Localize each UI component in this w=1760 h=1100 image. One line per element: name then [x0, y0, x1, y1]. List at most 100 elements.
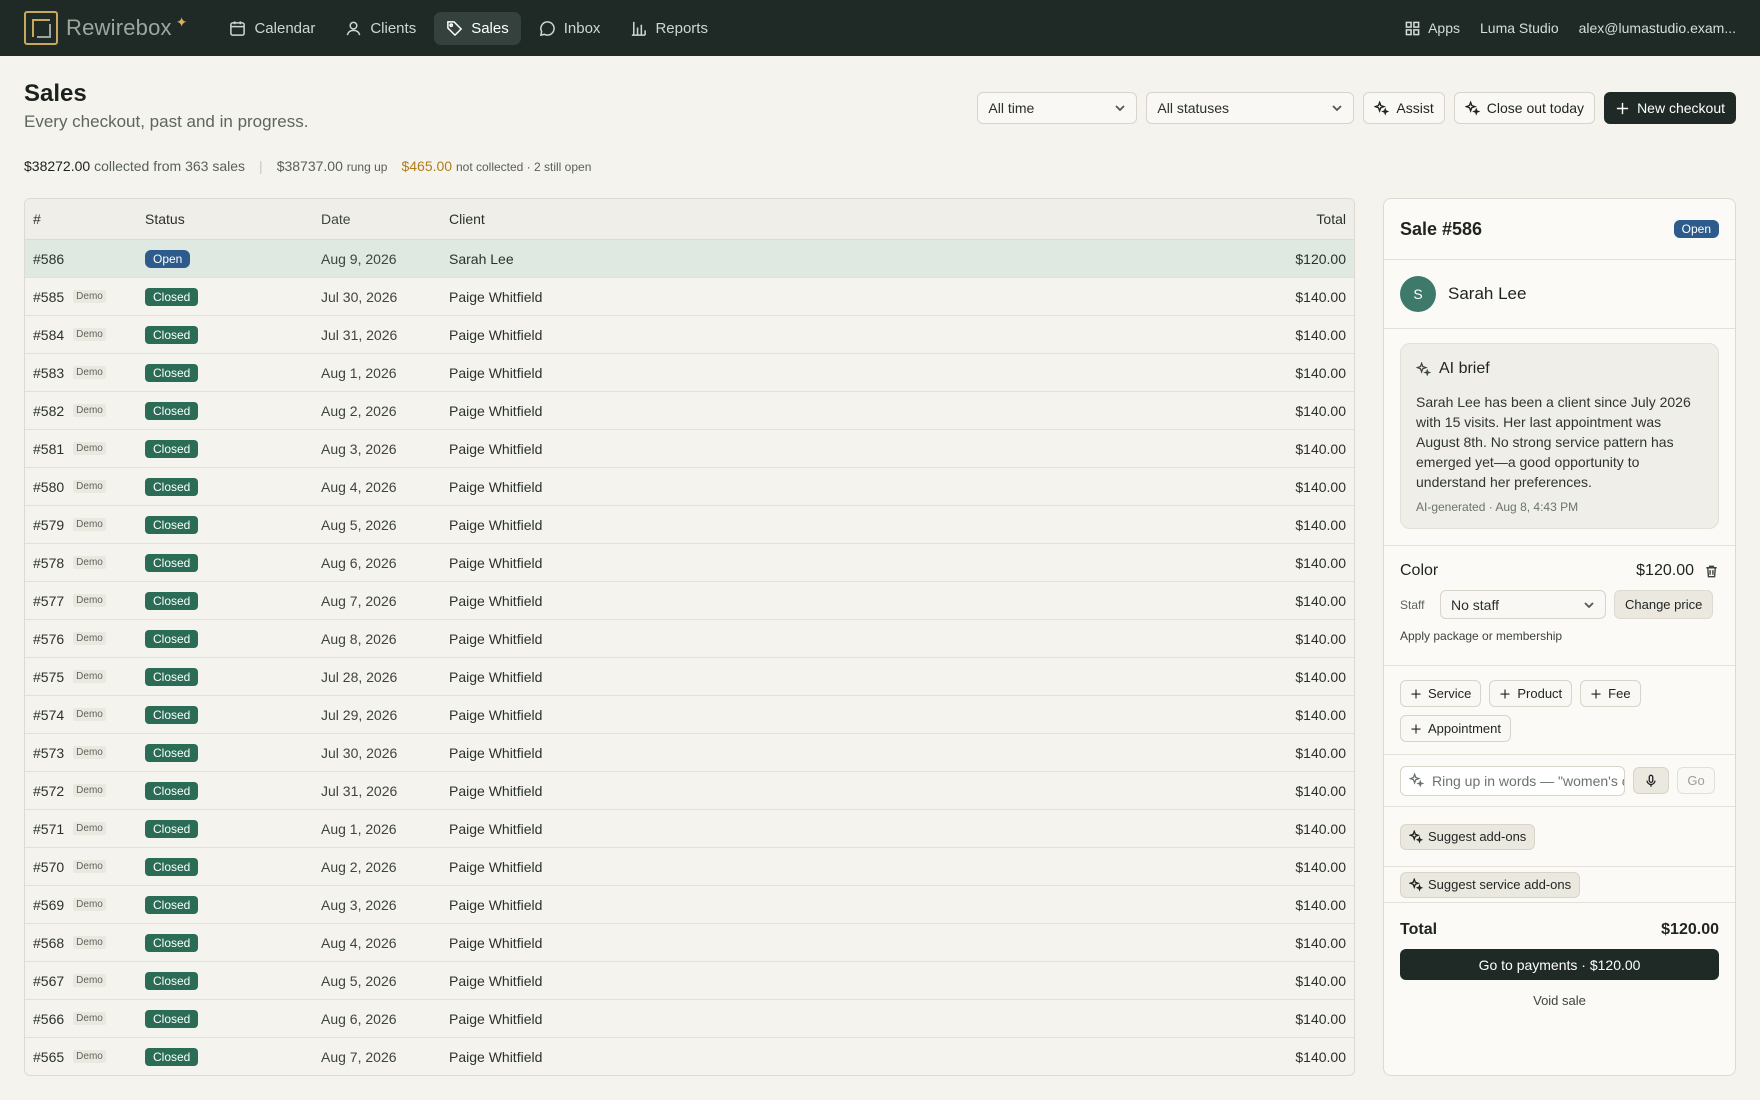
sale-number-cell: #570 Demo [25, 859, 137, 875]
table-row[interactable]: #575 Demo Closed Jul 28, 2026 Paige Whitfiel… [25, 658, 1354, 696]
time-filter-select[interactable]: All time [977, 92, 1138, 124]
demo-tag: Demo [73, 898, 106, 911]
chevron-down-icon [1115, 105, 1126, 112]
suggest-addons-button[interactable]: Suggest add-ons [1400, 823, 1536, 850]
trash-icon[interactable] [1704, 564, 1719, 579]
column-header-status[interactable]: Status [137, 211, 313, 227]
ai-brief-text: Sarah Lee has been a client since July 2… [1416, 394, 1691, 490]
nav-item-label: Calendar [254, 19, 316, 37]
sale-number-cell: #575 Demo [25, 669, 137, 685]
suggest-service-addons-button[interactable]: Suggest service add-ons [1400, 871, 1581, 898]
date-cell: Aug 4, 2026 [321, 934, 397, 951]
add-button-label: Product [1517, 686, 1563, 701]
ai-brief-title: AI brief [1439, 360, 1490, 377]
column-header-total[interactable]: Total [1234, 211, 1354, 227]
client-cell: Paige Whitfield [449, 516, 543, 533]
ring-up-input[interactable]: Ring up in words — "women's cut and colo… [1400, 765, 1625, 796]
change-price-button[interactable]: Change price [1614, 590, 1714, 619]
total-cell: $120.00 [1295, 250, 1346, 267]
nav-item-reports[interactable]: Reports [618, 12, 720, 45]
go-button[interactable]: Go [1677, 767, 1715, 794]
table-row[interactable]: #567 Demo Closed Aug 5, 2026 Paige Whitfield… [25, 962, 1354, 1000]
status-badge: Closed [145, 1047, 199, 1066]
brand[interactable]: Rewirebox ✦ [24, 11, 187, 45]
client-cell: Paige Whitfield [449, 934, 543, 951]
microphone-button[interactable] [1633, 767, 1669, 794]
new-checkout-button[interactable]: New checkout [1604, 92, 1736, 124]
sale-number: #581 [33, 440, 65, 457]
sale-number: #584 [33, 326, 65, 343]
status-badge: Closed [145, 1009, 199, 1028]
table-row[interactable]: #572 Demo Closed Jul 31, 2026 Paige Whitfiel… [25, 772, 1354, 810]
table-row[interactable]: #570 Demo Closed Aug 2, 2026 Paige Whitfield… [25, 848, 1354, 886]
table-row[interactable]: #571 Demo Closed Aug 1, 2026 Paige Whitfield… [25, 810, 1354, 848]
nav-item-label: Reports [655, 19, 708, 37]
apply-package-link[interactable]: Apply package or membership [1400, 629, 1719, 643]
table-row[interactable]: #569 Demo Closed Aug 3, 2026 Paige Whitfield… [25, 886, 1354, 924]
staff-select[interactable]: No staff [1440, 590, 1606, 619]
sparkle-icon [1409, 877, 1423, 892]
nav-item-inbox[interactable]: Inbox [527, 12, 613, 45]
table-row[interactable]: #586 Open Aug 9, 2026 Sarah Lee $120.00 [25, 240, 1354, 278]
suggest-service-addons-label: Suggest service add-ons [1428, 877, 1572, 892]
panel-header: Sale #586 Open [1384, 199, 1735, 260]
column-header-number[interactable]: # [25, 211, 137, 227]
close-out-today-button[interactable]: Close out today [1453, 92, 1596, 124]
add-product-button[interactable]: Product [1489, 680, 1573, 707]
nav-item-clients[interactable]: Clients [333, 12, 428, 45]
apps-button[interactable]: Apps [1405, 20, 1460, 36]
table-row[interactable]: #578 Demo Closed Aug 6, 2026 Paige Whitfield… [25, 544, 1354, 582]
main-nav: Calendar Clients Sales Inbox Reports [217, 11, 720, 45]
total-cell: $140.00 [1295, 326, 1346, 343]
client-row[interactable]: S Sarah Lee [1384, 260, 1735, 329]
nav-item-label: Sales [471, 19, 509, 37]
table-row[interactable]: #574 Demo Closed Jul 29, 2026 Paige Whitfiel… [25, 696, 1354, 734]
account-email[interactable]: alex@lumastudio.exam... [1579, 20, 1736, 36]
sale-number: #571 [33, 820, 65, 837]
total-cell: $140.00 [1295, 1048, 1346, 1065]
table-row[interactable]: #583 Demo Closed Aug 1, 2026 Paige Whitfield… [25, 354, 1354, 392]
tag-icon [447, 20, 463, 36]
table-row[interactable]: #582 Demo Closed Aug 2, 2026 Paige Whitfield… [25, 392, 1354, 430]
nav-item-calendar[interactable]: Calendar [217, 12, 327, 45]
status-filter-select[interactable]: All statuses [1146, 92, 1355, 124]
status-badge: Closed [145, 667, 199, 686]
client-name[interactable]: Sarah Lee [1448, 284, 1526, 304]
table-row[interactable]: #584 Demo Closed Jul 31, 2026 Paige Whitfiel… [25, 316, 1354, 354]
status-badge: Closed [145, 895, 199, 914]
assist-button[interactable]: Assist [1363, 92, 1445, 124]
nav-item-sales[interactable]: Sales [434, 11, 521, 45]
column-header-client[interactable]: Client [441, 211, 1234, 227]
client-cell: Sarah Lee [449, 250, 514, 267]
ai-brief-card: AI brief Sarah Lee has been a client sin… [1400, 343, 1719, 529]
table-row[interactable]: #580 Demo Closed Aug 4, 2026 Paige Whitfield… [25, 468, 1354, 506]
studio-switcher[interactable]: Luma Studio [1480, 20, 1559, 36]
line-item-right: $120.00 [1636, 562, 1719, 580]
add-appointment-button[interactable]: Appointment [1400, 715, 1511, 742]
add-fee-button[interactable]: Fee [1580, 680, 1641, 707]
table-row[interactable]: #581 Demo Closed Aug 3, 2026 Paige Whitfield… [25, 430, 1354, 468]
date-cell: Aug 9, 2026 [321, 250, 397, 267]
go-to-payments-button[interactable]: Go to payments · $120.00 [1400, 949, 1719, 980]
table-row[interactable]: #568 Demo Closed Aug 4, 2026 Paige Whitfield… [25, 924, 1354, 962]
table-row[interactable]: #573 Demo Closed Jul 30, 2026 Paige Whitfiel… [25, 734, 1354, 772]
table-row[interactable]: #566 Demo Closed Aug 6, 2026 Paige Whitfield… [25, 1000, 1354, 1038]
table-row[interactable]: #585 Demo Closed Jul 30, 2026 Paige Whitfiel… [25, 278, 1354, 316]
table-row[interactable]: #577 Demo Closed Aug 7, 2026 Paige Whitfield… [25, 582, 1354, 620]
status-filter-value: All statuses [1157, 100, 1230, 116]
suggest-service-addons-section: Suggest service add-ons [1384, 867, 1735, 903]
status-badge: Closed [145, 705, 199, 724]
void-sale-link[interactable]: Void sale [1400, 993, 1719, 1008]
client-cell: Paige Whitfield [449, 782, 543, 799]
status-cell: Closed [137, 781, 313, 800]
column-header-date[interactable]: Date [313, 211, 441, 227]
sale-number: #577 [33, 592, 65, 609]
table-row[interactable]: #576 Demo Closed Aug 8, 2026 Paige Whitfield… [25, 620, 1354, 658]
add-service-button[interactable]: Service [1400, 680, 1482, 707]
table-row[interactable]: #565 Demo Closed Aug 7, 2026 Paige Whitfield… [25, 1038, 1354, 1075]
table-row[interactable]: #579 Demo Closed Aug 5, 2026 Paige Whitfield… [25, 506, 1354, 544]
sale-number: #567 [33, 972, 65, 989]
status-cell: Closed [137, 743, 313, 762]
sale-number-cell: #569 Demo [25, 897, 137, 913]
status-badge: Open [1673, 220, 1719, 238]
